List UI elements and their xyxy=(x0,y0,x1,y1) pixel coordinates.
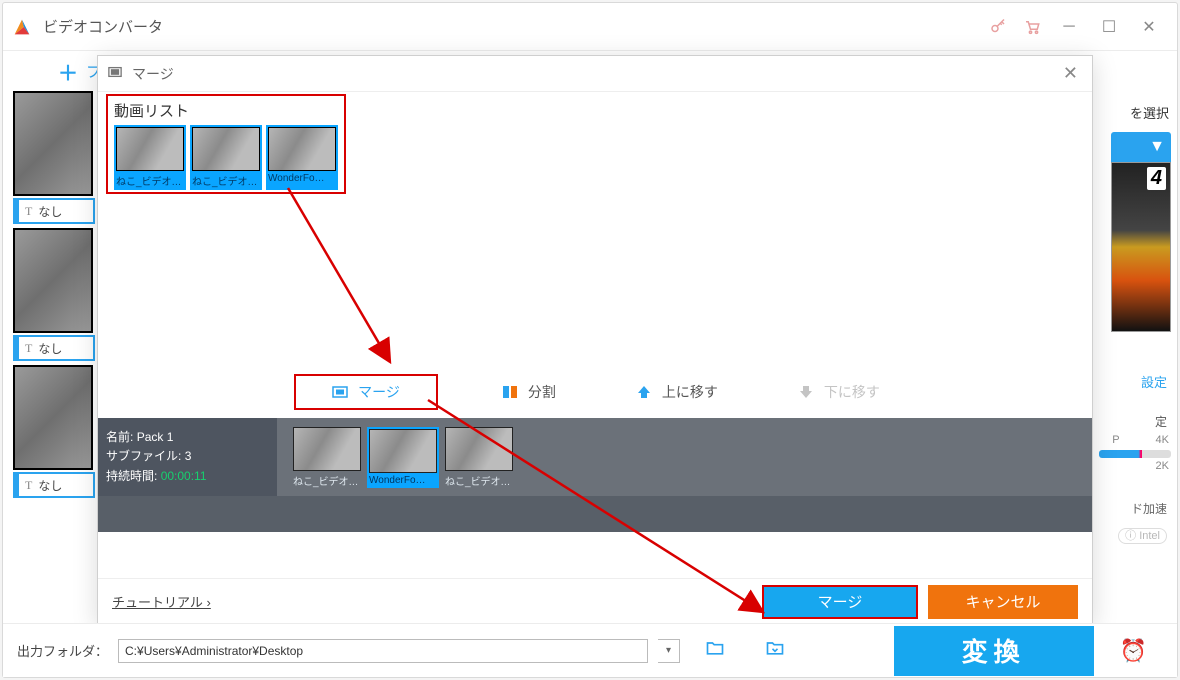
pack-thumb[interactable]: ねこ_ビデオク… xyxy=(291,427,363,488)
modal-titlebar: マージ ✕ xyxy=(98,56,1092,92)
cancel-button-label: キャンセル xyxy=(965,591,1040,612)
movedown-icon xyxy=(798,384,814,400)
bottom-bar: 出力フォルダ： ▾ 変換 ⏰ xyxy=(3,623,1177,677)
right-panel-peek: を選択 ▼ 4 設定 定 P 4K 2K ド加速 ⓘ Intel xyxy=(1091,103,1171,543)
subtitle-tag[interactable]: T なし xyxy=(13,198,95,224)
video-thumb[interactable]: ねこ_ビデオク… xyxy=(190,125,262,190)
modal-footer: チュートリアル › マージ キャンセル xyxy=(98,578,1092,624)
format-select-label: を選択 xyxy=(1091,103,1171,122)
thumb-image xyxy=(192,127,260,171)
subtitle-tag[interactable]: T なし xyxy=(13,335,95,361)
clip-thumbnail xyxy=(13,365,93,470)
subtitle-tag-label: なし xyxy=(38,477,62,494)
modal-body: 動画リスト ねこ_ビデオク… ねこ_ビデオク… WonderFo… マージ 分割 xyxy=(98,92,1092,578)
param-settings-link[interactable]: 設定 xyxy=(1091,372,1171,391)
thumb-caption: WonderFo… xyxy=(369,475,437,486)
convert-button[interactable]: 変換 xyxy=(894,626,1094,676)
plus-icon: ＋ xyxy=(58,57,78,86)
merge-icon xyxy=(332,384,348,400)
open-output-icon[interactable] xyxy=(750,638,800,663)
moveup-icon xyxy=(636,384,652,400)
cancel-button[interactable]: キャンセル xyxy=(928,585,1078,619)
thumb-caption: ねこ_ビデオク… xyxy=(192,173,260,188)
output-folder-label: 出力フォルダ： xyxy=(17,641,108,660)
subtitle-tag-label: なし xyxy=(38,203,62,220)
tool-moveup-label: 上に移す xyxy=(662,382,718,402)
titlebar: ビデオコンバータ ─ ☐ ✕ xyxy=(3,3,1177,51)
left-clip[interactable]: T なし xyxy=(13,228,93,361)
output-folder-dropdown[interactable]: ▾ xyxy=(658,639,680,663)
pack-thumbs: ねこ_ビデオク… WonderFo… ねこ_ビデオク… xyxy=(291,427,515,488)
modal-close-icon[interactable]: ✕ xyxy=(1059,63,1082,84)
window-maximize[interactable]: ☐ xyxy=(1089,10,1129,44)
pack-thumb[interactable]: ねこ_ビデオク… xyxy=(443,427,515,488)
merge-title-icon xyxy=(108,65,122,82)
modal-toolbar: マージ 分割 上に移す xyxy=(98,372,1092,412)
tool-split-label: 分割 xyxy=(528,382,556,402)
tool-movedown-label: 下に移す xyxy=(824,382,880,402)
video-list-title: 動画リスト xyxy=(114,100,338,121)
merge-button-label: マージ xyxy=(818,591,863,612)
video-list-thumbs: ねこ_ビデオク… ねこ_ビデオク… WonderFo… xyxy=(114,125,338,190)
app-title: ビデオコンバータ xyxy=(43,16,163,37)
pack-thumb[interactable]: WonderFo… xyxy=(367,427,439,488)
video-thumb[interactable]: WonderFo… xyxy=(266,125,338,190)
app-logo-icon xyxy=(11,16,33,38)
quality-2k-label: 2K xyxy=(1091,460,1171,472)
convert-button-label: 変換 xyxy=(962,632,1026,669)
quality-label: 定 xyxy=(1091,411,1171,434)
tool-moveup[interactable]: 上に移す xyxy=(620,376,734,408)
tutorial-link[interactable]: チュートリアル › xyxy=(112,592,211,611)
tool-merge[interactable]: マージ xyxy=(294,374,438,410)
merge-button[interactable]: マージ xyxy=(762,585,918,619)
pack-info: 名前: Pack 1 サブファイル: 3 持続時間: 00:00:11 xyxy=(106,428,291,486)
thumb-image xyxy=(445,427,513,471)
format-preview[interactable]: 4 xyxy=(1111,162,1171,332)
subtitle-tag[interactable]: T なし xyxy=(13,472,95,498)
split-icon xyxy=(502,384,518,400)
tool-movedown: 下に移す xyxy=(782,376,896,408)
thumb-caption: ねこ_ビデオク… xyxy=(293,473,361,488)
video-thumb[interactable]: ねこ_ビデオク… xyxy=(114,125,186,190)
window-close[interactable]: ✕ xyxy=(1129,10,1169,44)
hw-accel-label: ド加速 xyxy=(1091,500,1171,517)
subtitle-tag-label: なし xyxy=(38,340,62,357)
key-icon[interactable] xyxy=(981,10,1015,44)
clip-thumbnail xyxy=(13,91,93,196)
app-window: ビデオコンバータ ─ ☐ ✕ ＋ フ T なし xyxy=(2,2,1178,678)
format-4-badge: 4 xyxy=(1147,167,1166,190)
thumb-caption: ねこ_ビデオク… xyxy=(445,473,513,488)
left-clip-column: T なし T なし T なし xyxy=(13,91,93,502)
left-clip[interactable]: T なし xyxy=(13,365,93,498)
text-icon: T xyxy=(25,478,32,493)
intel-badge: ⓘ Intel xyxy=(1091,527,1171,543)
text-icon: T xyxy=(25,341,32,356)
video-list-box: 動画リスト ねこ_ビデオク… ねこ_ビデオク… WonderFo… xyxy=(106,94,346,194)
thumb-image xyxy=(268,127,336,171)
thumb-image xyxy=(369,429,437,473)
window-minimize[interactable]: ─ xyxy=(1049,10,1089,44)
thumb-image xyxy=(293,427,361,471)
modal-title: マージ xyxy=(132,64,174,84)
thumb-caption: ねこ_ビデオク… xyxy=(116,173,184,188)
text-icon: T xyxy=(25,204,32,219)
left-clip[interactable]: T なし xyxy=(13,91,93,224)
thumb-caption: WonderFo… xyxy=(268,173,336,184)
pack-row[interactable]: 名前: Pack 1 サブファイル: 3 持続時間: 00:00:11 ねこ_ビ… xyxy=(98,418,1092,496)
output-folder-input[interactable] xyxy=(118,639,648,663)
format-dropdown[interactable]: ▼ xyxy=(1111,132,1171,162)
quality-left-label: P xyxy=(1112,434,1119,446)
open-folder-icon[interactable] xyxy=(690,638,740,663)
cart-icon[interactable] xyxy=(1015,10,1049,44)
merge-modal: マージ ✕ 動画リスト ねこ_ビデオク… ねこ_ビデオク… WonderFo… マー… xyxy=(97,55,1093,625)
tool-split[interactable]: 分割 xyxy=(486,376,572,408)
quality-right-label: 4K xyxy=(1156,434,1169,446)
alarm-icon[interactable]: ⏰ xyxy=(1104,638,1163,664)
pack-area-empty xyxy=(98,496,1092,532)
thumb-image xyxy=(116,127,184,171)
tool-merge-label: マージ xyxy=(358,382,400,402)
quality-slider[interactable] xyxy=(1099,450,1171,458)
clip-thumbnail xyxy=(13,228,93,333)
